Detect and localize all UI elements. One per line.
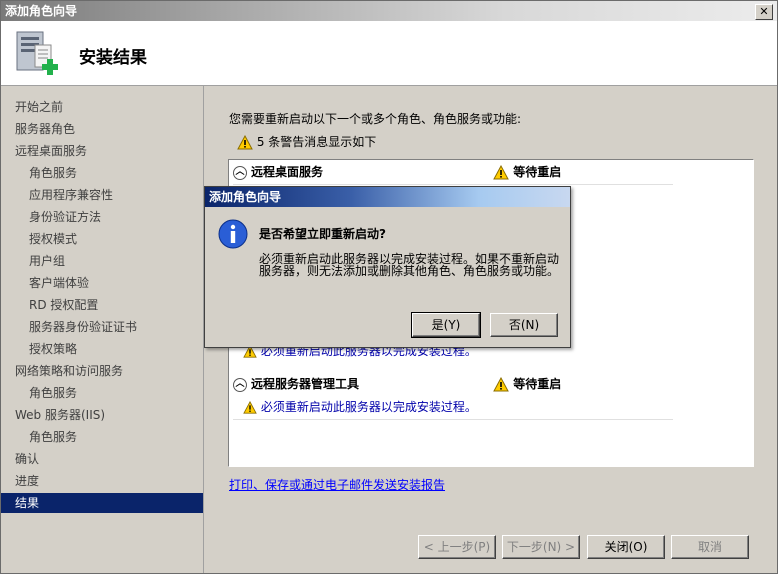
- warning-summary-text: 5 条警告消息显示如下: [256, 135, 377, 149]
- sidebar-item-user-groups[interactable]: 用户组: [1, 251, 203, 271]
- sidebar-item-label: 服务器身份验证证书: [29, 320, 138, 334]
- wizard-header: 安装结果: [1, 21, 777, 86]
- yes-button[interactable]: 是(Y): [411, 312, 481, 338]
- previous-button[interactable]: < 上一步(P): [418, 535, 496, 559]
- sidebar-item-confirmation[interactable]: 确认: [1, 449, 203, 469]
- sidebar-item-label: 远程桌面服务: [15, 144, 88, 158]
- chevron-up-icon[interactable]: ︿: [233, 165, 247, 180]
- next-button[interactable]: 下一步(N) >: [502, 535, 580, 559]
- sidebar-item-label: 授权模式: [29, 232, 78, 246]
- sidebar-item-before-you-begin[interactable]: 开始之前: [1, 97, 203, 117]
- wizard-window: 添加角色向导 ✕ 安装结果 开始之前 服务器角色 远程桌面服务 角色服务 应用程…: [0, 0, 778, 574]
- cancel-button[interactable]: 取消: [671, 535, 749, 559]
- divider: [233, 184, 673, 185]
- sidebar-item-progress[interactable]: 进度: [1, 471, 203, 491]
- dialog-title: 添加角色向导: [209, 190, 282, 204]
- sidebar-item-iis-role-services[interactable]: 角色服务: [1, 427, 203, 447]
- divider: [233, 419, 673, 420]
- close-icon[interactable]: ✕: [755, 4, 773, 20]
- section-name: 远程桌面服务: [251, 165, 324, 179]
- dialog-title-bar[interactable]: 添加角色向导: [205, 187, 570, 207]
- sidebar-item-client-experience[interactable]: 客户端体验: [1, 273, 203, 293]
- section-status: 等待重启: [493, 373, 561, 395]
- section-name: 远程服务器管理工具: [251, 377, 360, 391]
- sidebar-item-authorization-policy[interactable]: 授权策略: [1, 339, 203, 359]
- sidebar-item-label: 应用程序兼容性: [29, 188, 114, 202]
- warning-icon: [493, 164, 509, 180]
- chevron-up-icon[interactable]: ︿: [233, 377, 247, 392]
- warning-icon: [493, 376, 509, 392]
- section-header[interactable]: ︿ 远程服务器管理工具 等待重启: [233, 373, 683, 395]
- sidebar-item-npas-role-services[interactable]: 角色服务: [1, 383, 203, 403]
- dialog-question: 是否希望立即重新启动?: [259, 227, 386, 241]
- status-label: 等待重启: [513, 165, 562, 179]
- sidebar-item-label: 角色服务: [29, 386, 78, 400]
- sidebar-item-label: 结果: [15, 496, 40, 510]
- restart-intro-text: 您需要重新启动以下一个或多个角色、角色服务或功能:: [229, 112, 522, 126]
- window-title: 添加角色向导: [5, 4, 78, 18]
- sidebar-item-app-compat[interactable]: 应用程序兼容性: [1, 185, 203, 205]
- sidebar-item-role-services[interactable]: 角色服务: [1, 163, 203, 183]
- sidebar-item-auth-method[interactable]: 身份验证方法: [1, 207, 203, 227]
- sidebar-item-label: 身份验证方法: [29, 210, 102, 224]
- sidebar-item-label: 网络策略和访问服务: [15, 364, 124, 378]
- info-icon: [218, 219, 248, 249]
- sidebar-item-label: 开始之前: [15, 100, 64, 114]
- sidebar-item-label: 客户端体验: [29, 276, 90, 290]
- dialog-body-text: 必须重新启动此服务器以完成安装过程。如果不重新启动服务器，则无法添加或删除其他角…: [259, 252, 560, 278]
- sidebar-item-server-roles[interactable]: 服务器角色: [1, 119, 203, 139]
- status-label: 等待重启: [513, 377, 562, 391]
- sidebar-item-remote-desktop[interactable]: 远程桌面服务: [1, 141, 203, 161]
- sidebar-item-label: 角色服务: [29, 430, 78, 444]
- report-link[interactable]: 打印、保存或通过电子邮件发送安装报告: [229, 476, 445, 493]
- sidebar-item-label: 进度: [15, 474, 40, 488]
- sidebar-item-web-server[interactable]: Web 服务器(IIS): [1, 405, 203, 425]
- wizard-steps-sidebar: 开始之前 服务器角色 远程桌面服务 角色服务 应用程序兼容性 身份验证方法 授权…: [1, 86, 204, 573]
- sidebar-item-npas[interactable]: 网络策略和访问服务: [1, 361, 203, 381]
- close-button[interactable]: 关闭(O): [587, 535, 665, 559]
- sidebar-item-results[interactable]: 结果: [1, 493, 203, 513]
- title-bar[interactable]: 添加角色向导 ✕: [1, 1, 777, 21]
- no-button[interactable]: 否(N): [490, 313, 558, 337]
- sidebar-item-licensing-mode[interactable]: 授权模式: [1, 229, 203, 249]
- sidebar-item-label: RD 授权配置: [29, 298, 99, 312]
- sidebar-item-label: 确认: [15, 452, 40, 466]
- page-title: 安装结果: [79, 48, 147, 68]
- section-message: 必须重新启动此服务器以完成安装过程。: [243, 399, 477, 415]
- sidebar-item-rd-licensing[interactable]: RD 授权配置: [1, 295, 203, 315]
- sidebar-item-label: 服务器角色: [15, 122, 76, 136]
- warning-summary: 5 条警告消息显示如下: [237, 133, 376, 150]
- restart-dialog: 添加角色向导 是否希望立即重新启动? 必须重新启动此服务器以完成安装过程。如果不…: [204, 186, 571, 348]
- warning-icon: [237, 135, 253, 150]
- section-header[interactable]: ︿ 远程桌面服务 等待重启: [233, 161, 683, 183]
- sidebar-item-label: Web 服务器(IIS): [15, 408, 106, 422]
- warning-icon: [243, 400, 257, 414]
- sidebar-item-label: 用户组: [29, 254, 66, 268]
- sidebar-item-label: 授权策略: [29, 342, 78, 356]
- sidebar-item-label: 角色服务: [29, 166, 78, 180]
- message-text: 必须重新启动此服务器以完成安装过程。: [260, 400, 477, 414]
- server-add-icon: [16, 31, 58, 75]
- section-status: 等待重启: [493, 161, 561, 183]
- sidebar-item-server-cert[interactable]: 服务器身份验证证书: [1, 317, 203, 337]
